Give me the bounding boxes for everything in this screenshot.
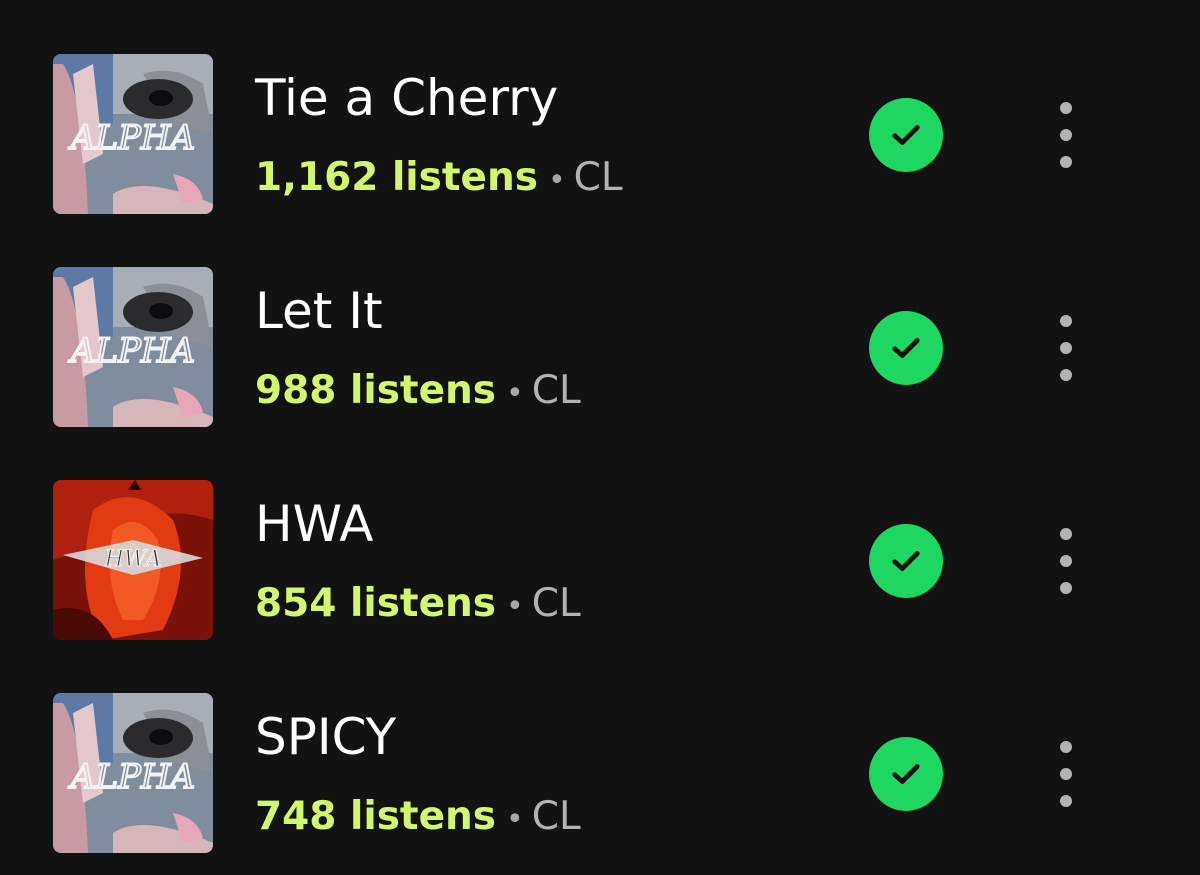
- artist-name: CL: [531, 794, 581, 839]
- track-title: Tie a Cherry: [255, 69, 559, 127]
- album-cover: ALPHA: [53, 54, 213, 214]
- more-vertical-icon[interactable]: [1050, 94, 1082, 176]
- track-meta: 854 listens • CL: [255, 576, 581, 635]
- track-row[interactable]: ALPHA Let It 988 listens • CL: [0, 241, 1200, 454]
- alpha-album-cover-image: ALPHA: [53, 267, 213, 427]
- check-circle-icon[interactable]: [869, 524, 943, 598]
- artist-name: CL: [531, 368, 581, 413]
- listen-count: 988 listens: [255, 368, 497, 413]
- more-vertical-icon[interactable]: [1050, 733, 1082, 815]
- track-row[interactable]: ALPHA Tie a Cherry 1,162 listens • CL: [0, 28, 1200, 241]
- check-circle-icon[interactable]: [869, 311, 943, 385]
- alpha-album-cover-image: ALPHA: [53, 693, 213, 853]
- artist-name: CL: [573, 155, 623, 200]
- track-title: HWA: [255, 495, 374, 553]
- track-title: SPICY: [255, 708, 397, 766]
- svg-text:HWA: HWA: [104, 547, 162, 572]
- track-row[interactable]: HWA HWA 854 listens • CL: [0, 454, 1200, 667]
- artist-name: CL: [531, 581, 581, 626]
- listen-count: 854 listens: [255, 581, 497, 626]
- listen-count: 748 listens: [255, 794, 497, 839]
- track-meta: 748 listens • CL: [255, 789, 581, 848]
- album-cover: ALPHA: [53, 267, 213, 427]
- album-cover: HWA: [53, 480, 213, 640]
- separator-dot: •: [547, 163, 566, 198]
- separator-dot: •: [506, 589, 524, 624]
- svg-text:ALPHA: ALPHA: [68, 757, 195, 797]
- track-title: Let It: [255, 282, 383, 340]
- track-row[interactable]: ALPHA SPICY 748 listens • CL: [0, 667, 1200, 875]
- alpha-album-cover-image: ALPHA: [53, 54, 213, 214]
- album-cover: ALPHA: [53, 693, 213, 853]
- svg-text:ALPHA: ALPHA: [68, 331, 195, 371]
- check-circle-icon[interactable]: [869, 98, 943, 172]
- separator-dot: •: [506, 802, 524, 837]
- listen-count: 1,162 listens: [255, 155, 538, 200]
- track-meta: 988 listens • CL: [255, 363, 581, 422]
- svg-text:ALPHA: ALPHA: [68, 118, 195, 158]
- separator-dot: •: [506, 376, 524, 411]
- more-vertical-icon[interactable]: [1050, 307, 1082, 389]
- check-circle-icon[interactable]: [869, 737, 943, 811]
- hwa-single-cover-image: HWA: [53, 480, 213, 640]
- track-meta: 1,162 listens • CL: [255, 150, 623, 209]
- track-list: ALPHA Tie a Cherry 1,162 listens • CL AL…: [0, 0, 1200, 875]
- more-vertical-icon[interactable]: [1050, 520, 1082, 602]
